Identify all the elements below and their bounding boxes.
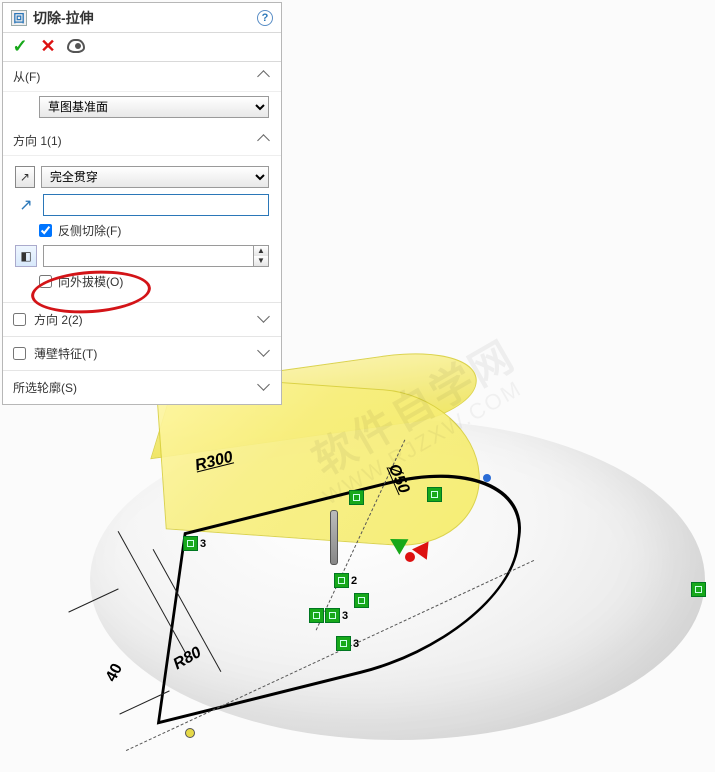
anchor-count: 2 [351,575,357,587]
section-dir1-header[interactable]: 方向 1(1) [3,126,281,156]
sketch-relation-anchor[interactable] [309,608,324,623]
chevron-down-icon [259,382,271,394]
sketch-relation-anchor[interactable] [334,573,349,588]
help-icon[interactable]: ? [257,10,273,26]
chevron-down-icon [259,314,271,326]
sketch-relation-anchor[interactable] [427,487,442,502]
draft-outward-checkbox-row[interactable]: 向外拔模(O) [39,273,269,290]
section-from-body: 草图基准面 [3,92,281,126]
chevron-up-icon [259,71,271,83]
reverse-cut-label: 反侧切除(F) [58,222,121,239]
sketch-endpoint[interactable] [185,728,195,738]
sketch-relation-anchor[interactable] [183,536,198,551]
direction-selection-field[interactable] [43,194,269,216]
panel-titlebar: 回 切除-拉伸 ? [3,3,281,33]
sketch-relation-anchor[interactable] [349,490,364,505]
ok-button[interactable]: ✓ [11,37,29,55]
spinner-buttons[interactable]: ▲▼ [253,245,269,267]
draft-outward-label: 向外拔模(O) [58,273,123,290]
section-from-label: 从(F) [13,68,40,85]
end-condition-select[interactable]: 完全贯穿 [41,166,269,188]
from-select[interactable]: 草图基准面 [39,96,269,118]
section-dir1-body: ↗ 完全贯穿 ↗ 反侧切除(F) ◧ ▲▼ 向外拔模(O) [3,156,281,302]
thin-enable-checkbox[interactable] [13,347,26,360]
section-thin-label: 薄壁特征(T) [34,345,97,362]
sketch-relation-anchor[interactable] [354,593,369,608]
direction-handle[interactable] [330,510,338,565]
dir2-enable-checkbox[interactable] [13,313,26,326]
section-dir2-label: 方向 2(2) [34,311,83,328]
chevron-down-icon [259,348,271,360]
section-dir2-header[interactable]: 方向 2(2) [3,302,281,336]
anchor-count: 3 [353,638,359,650]
sketch-relation-anchor[interactable] [325,608,340,623]
feature-icon: 回 [11,10,27,26]
cancel-button[interactable]: ✕ [39,37,57,55]
sketch-relation-anchor[interactable] [691,582,706,597]
panel-title: 切除-拉伸 [33,8,251,28]
direction-vector-icon: ↗ [15,194,37,216]
section-contours-header[interactable]: 所选轮廓(S) [3,370,281,404]
preview-toggle[interactable] [67,37,85,55]
reverse-direction-button[interactable]: ↗ [15,166,35,188]
panel-actionbar: ✓ ✕ [3,33,281,62]
section-contours-label: 所选轮廓(S) [13,379,77,396]
dimension-40[interactable]: 40 [103,661,127,685]
sketch-relation-anchor[interactable] [336,636,351,651]
section-dir1-label: 方向 1(1) [13,132,62,149]
draft-icon[interactable]: ◧ [15,245,37,267]
eye-icon [67,39,85,53]
reverse-cut-checkbox[interactable] [39,224,52,237]
chevron-up-icon [259,135,271,147]
draft-outward-checkbox[interactable] [39,275,52,288]
section-thin-header[interactable]: 薄壁特征(T) [3,336,281,370]
triad-origin[interactable] [405,552,415,562]
anchor-count: 3 [342,610,348,622]
feature-property-panel: 回 切除-拉伸 ? ✓ ✕ 从(F) 草图基准面 方向 1(1) ↗ 完全贯穿 … [2,2,282,405]
draft-angle-field[interactable]: ▲▼ [43,245,269,267]
anchor-count: 3 [200,538,206,550]
reverse-cut-checkbox-row[interactable]: 反侧切除(F) [39,222,269,239]
sketch-endpoint[interactable] [483,474,491,482]
section-from-header[interactable]: 从(F) [3,62,281,92]
draft-angle-input[interactable] [43,245,253,267]
